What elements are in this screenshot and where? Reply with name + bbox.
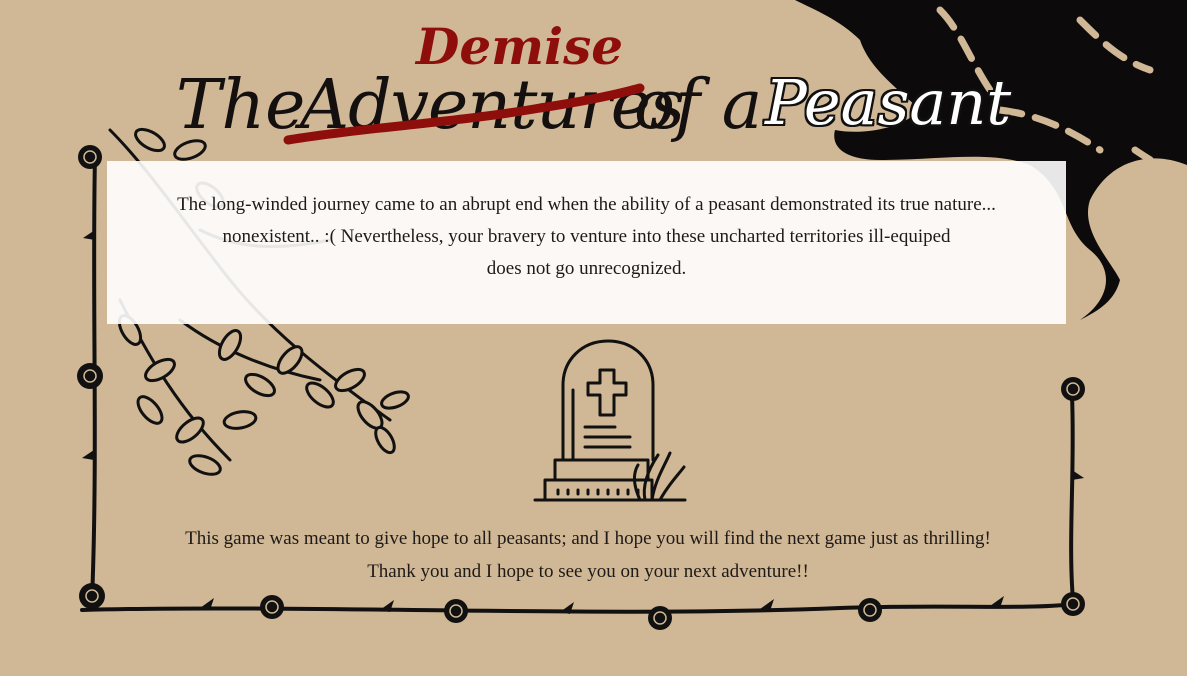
story-line: nonexistent.. :( Nevertheless, your brav… (222, 226, 951, 247)
story-text: The long-winded journey came to an abrup… (107, 189, 1066, 285)
strikethrough-brush (283, 83, 645, 145)
rose-icon (858, 598, 882, 622)
closing-line: Thank you and I hope to see you on your … (367, 561, 809, 582)
closing-line: This game was meant to give hope to all … (185, 528, 991, 549)
rose-icon (1061, 377, 1085, 401)
rose-icon (77, 363, 103, 389)
story-line: does not go unrecognized. (486, 258, 687, 279)
story-panel: The long-winded journey came to an abrup… (107, 161, 1066, 324)
game-title: The Adventures of a Peasant Demise (0, 0, 1187, 170)
rose-icon (648, 606, 672, 630)
rose-icon (1061, 592, 1085, 616)
gravestone-cross-icon (533, 339, 687, 502)
closing-message: This game was meant to give hope to all … (88, 522, 1088, 588)
story-line: The long-winded journey came to an abrup… (177, 194, 996, 215)
rose-icon (260, 595, 284, 619)
rose-icon (444, 599, 468, 623)
